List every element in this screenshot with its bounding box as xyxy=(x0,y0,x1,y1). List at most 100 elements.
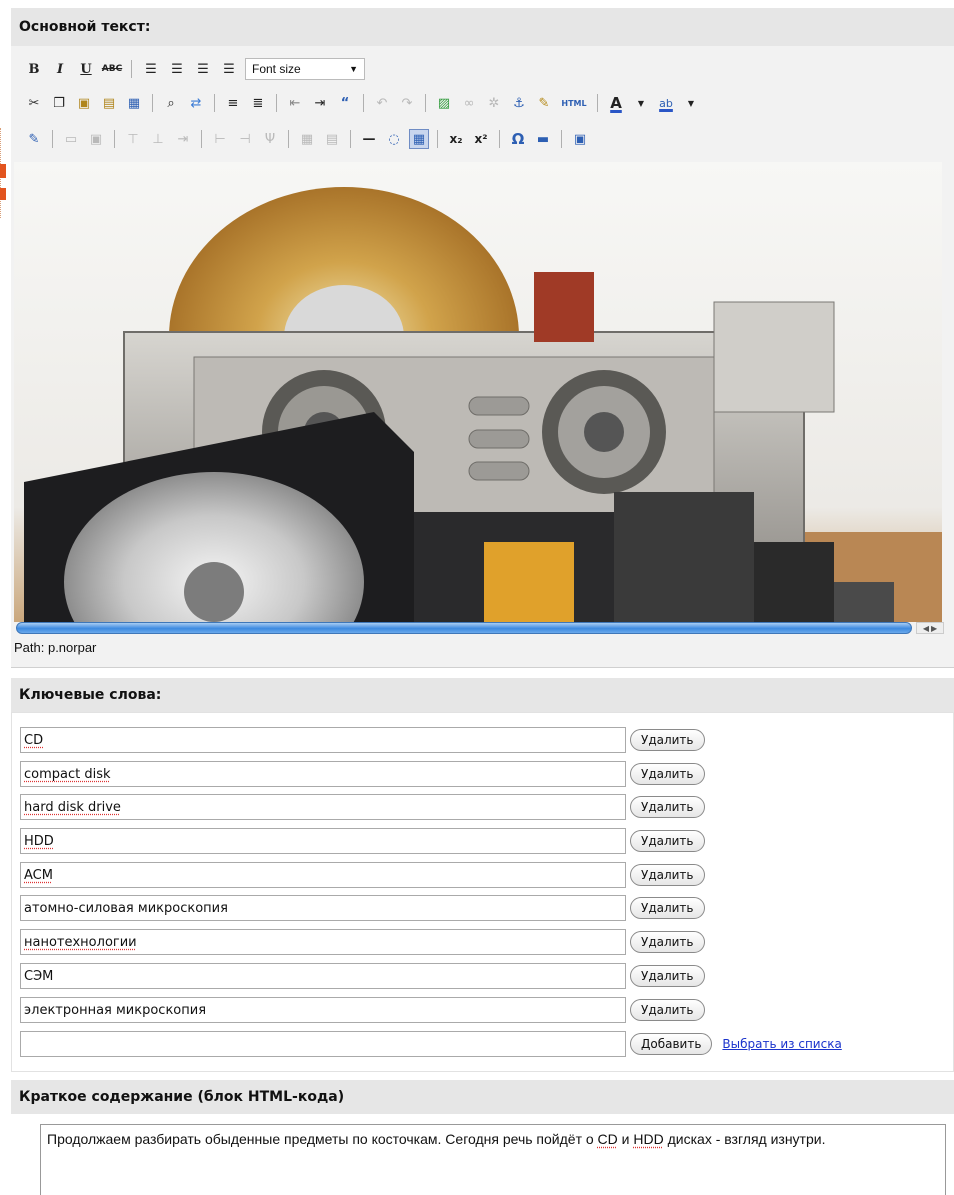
keyword-field[interactable]: HDD xyxy=(20,828,626,854)
delete-keyword-button[interactable]: Удалить xyxy=(630,999,705,1021)
insert-row-before-icon[interactable]: ⊤ xyxy=(123,129,143,149)
keyword-row: compact disk Удалить xyxy=(20,760,705,788)
editor-horizontal-scrollbar[interactable]: ◀ ▶ xyxy=(16,621,944,635)
keyword-row: CD Удалить xyxy=(20,726,705,754)
align-left-icon[interactable]: ☰ xyxy=(141,59,161,79)
chevron-right-icon[interactable]: ▶ xyxy=(931,624,937,633)
scrollbar-arrows[interactable]: ◀ ▶ xyxy=(916,622,944,634)
replace-icon[interactable]: ⇄ xyxy=(186,93,206,113)
cell-props-icon[interactable]: ▣ xyxy=(86,129,106,149)
choose-from-list-link[interactable]: Выбрать из списка xyxy=(722,1037,841,1051)
align-center-icon[interactable]: ☰ xyxy=(167,59,187,79)
delete-keyword-button[interactable]: Удалить xyxy=(630,796,705,818)
undo-icon[interactable]: ↶ xyxy=(372,93,392,113)
find-icon[interactable]: ⌕ xyxy=(161,93,181,113)
chevron-down-icon: ▼ xyxy=(349,64,358,74)
paste-icon[interactable]: ▣ xyxy=(74,93,94,113)
align-right-icon[interactable]: ☰ xyxy=(193,59,213,79)
keyword-field[interactable]: hard disk drive xyxy=(20,794,626,820)
delete-keyword-button[interactable]: Удалить xyxy=(630,763,705,785)
delete-keyword-button[interactable]: Удалить xyxy=(630,830,705,852)
chevron-down-icon[interactable]: ▼ xyxy=(681,93,701,113)
bold-icon[interactable]: B xyxy=(24,59,44,79)
keyword-field[interactable]: нанотехнологии xyxy=(20,929,626,955)
keyword-field[interactable]: compact disk xyxy=(20,761,626,787)
toolbar-separator xyxy=(499,130,500,148)
toolbar-separator xyxy=(152,94,153,112)
html-source-icon[interactable]: HTML xyxy=(559,93,589,113)
orange-marker xyxy=(0,164,6,178)
insert-row-after-icon[interactable]: ⊥ xyxy=(148,129,168,149)
italic-icon[interactable]: I xyxy=(50,59,70,79)
merge-cells-icon[interactable]: ▤ xyxy=(322,129,342,149)
keyword-row: СЭМ Удалить xyxy=(20,962,705,990)
text-color-icon[interactable]: A xyxy=(606,93,626,113)
delete-keyword-button[interactable]: Удалить xyxy=(630,897,705,919)
editor-path: Path: p.norpar xyxy=(14,640,97,655)
highlight-color-icon[interactable]: ab xyxy=(656,93,676,113)
copy-icon[interactable]: ❐ xyxy=(49,93,69,113)
subscript-icon[interactable]: x₂ xyxy=(446,129,466,149)
delete-keyword-button[interactable]: Удалить xyxy=(630,729,705,751)
unlink-icon[interactable]: ✲ xyxy=(484,93,504,113)
indent-icon[interactable]: ⇥ xyxy=(310,93,330,113)
keyword-value: СЭМ xyxy=(24,968,54,984)
insert-col-after-icon[interactable]: ⊣ xyxy=(235,129,255,149)
delete-row-icon[interactable]: ⇥ xyxy=(173,129,193,149)
blockquote-icon[interactable]: “ xyxy=(335,93,355,113)
strikethrough-icon[interactable]: ABC xyxy=(102,59,122,79)
special-char-icon[interactable]: Ω xyxy=(508,129,528,149)
toolbar-row-2: ✂ ❐ ▣ ▤ ▦ ⌕ ⇄ ≡ ≣ ⇤ ⇥ “ ↶ ↷ ▨ ∞ ✲ ⚓ ✎ HT… xyxy=(24,90,701,116)
delete-keyword-button[interactable]: Удалить xyxy=(630,931,705,953)
delete-keyword-button[interactable]: Удалить xyxy=(630,965,705,987)
outdent-icon[interactable]: ⇤ xyxy=(285,93,305,113)
horizontal-rule-icon[interactable]: — xyxy=(359,129,379,149)
superscript-icon[interactable]: x² xyxy=(471,129,491,149)
anchor-icon[interactable]: ⚓ xyxy=(509,93,529,113)
keyword-field[interactable]: CD xyxy=(20,727,626,753)
bullet-list-icon[interactable]: ≡ xyxy=(223,93,243,113)
delete-col-icon[interactable]: Ψ xyxy=(260,129,280,149)
remove-format-icon[interactable]: ◌ xyxy=(384,129,404,149)
visual-aid-icon[interactable]: ▦ xyxy=(409,129,429,149)
cut-icon[interactable]: ✂ xyxy=(24,93,44,113)
keyword-field[interactable]: ACM xyxy=(20,862,626,888)
chevron-down-icon[interactable]: ▼ xyxy=(631,93,651,113)
new-keyword-input[interactable] xyxy=(20,1031,626,1057)
toolbar-separator xyxy=(363,94,364,112)
toolbar-separator xyxy=(350,130,351,148)
split-cells-icon[interactable]: ▦ xyxy=(297,129,317,149)
keyword-field[interactable]: СЭМ xyxy=(20,963,626,989)
font-size-label: Font size xyxy=(252,62,301,76)
summary-text-cd: CD xyxy=(597,1131,618,1147)
horizontal-line-icon[interactable]: ▬ xyxy=(533,129,553,149)
toolbar-separator xyxy=(437,130,438,148)
insert-image-icon[interactable]: ▨ xyxy=(434,93,454,113)
keyword-row: HDD Удалить xyxy=(20,827,705,855)
delete-keyword-button[interactable]: Удалить xyxy=(630,864,705,886)
cleanup-icon[interactable]: ✎ xyxy=(534,93,554,113)
paste-text-icon[interactable]: ▤ xyxy=(99,93,119,113)
keyword-field[interactable]: электронная микроскопия xyxy=(20,997,626,1023)
scrollbar-thumb[interactable] xyxy=(16,622,912,634)
left-edge-decoration xyxy=(0,128,6,218)
align-justify-icon[interactable]: ☰ xyxy=(219,59,239,79)
paste-word-icon[interactable]: ▦ xyxy=(124,93,144,113)
summary-textarea[interactable]: Продолжаем разбирать обыденные предметы … xyxy=(40,1124,946,1195)
underline-icon[interactable]: U xyxy=(76,59,96,79)
insert-col-before-icon[interactable]: ⊢ xyxy=(210,129,230,149)
orange-marker xyxy=(0,188,6,200)
toolbar-separator xyxy=(52,130,53,148)
chevron-left-icon[interactable]: ◀ xyxy=(923,624,929,633)
redo-icon[interactable]: ↷ xyxy=(397,93,417,113)
edit-icon[interactable]: ✎ xyxy=(24,129,44,149)
numbered-list-icon[interactable]: ≣ xyxy=(248,93,268,113)
fullscreen-icon[interactable]: ▣ xyxy=(570,129,590,149)
toolbar-separator xyxy=(276,94,277,112)
summary-text: Продолжаем разбирать обыденные предметы … xyxy=(47,1131,598,1147)
keyword-field[interactable]: атомно-силовая микроскопия xyxy=(20,895,626,921)
add-keyword-button[interactable]: Добавить xyxy=(630,1033,713,1055)
link-icon[interactable]: ∞ xyxy=(459,93,479,113)
font-size-select[interactable]: Font size ▼ xyxy=(245,58,365,80)
row-props-icon[interactable]: ▭ xyxy=(61,129,81,149)
